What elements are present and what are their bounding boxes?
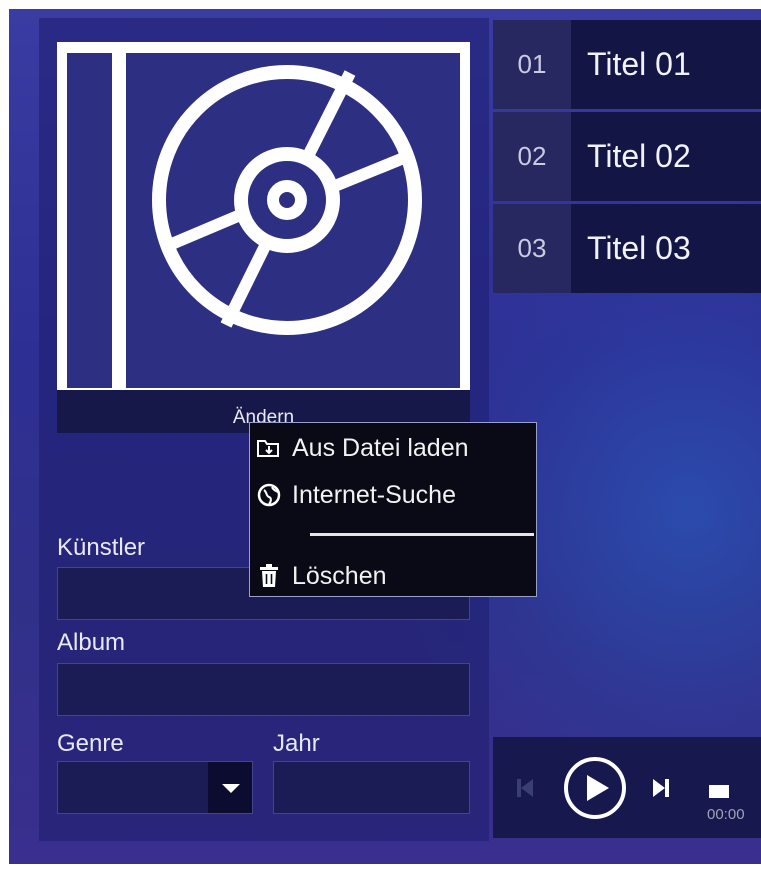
menu-item-delete[interactable]: Löschen xyxy=(256,556,387,596)
folder-open-icon xyxy=(256,435,282,461)
track-row[interactable]: 02 Titel 02 xyxy=(493,112,761,201)
menu-item-label: Aus Datei laden xyxy=(292,433,469,462)
cd-case-icon xyxy=(112,53,422,388)
play-icon[interactable] xyxy=(564,757,626,819)
track-row[interactable]: 03 Titel 03 xyxy=(493,204,761,293)
track-title: Titel 03 xyxy=(571,204,761,293)
genre-select[interactable] xyxy=(57,761,253,814)
track-number: 03 xyxy=(493,204,571,293)
context-menu: Aus Datei laden Internet-Suche Löschen xyxy=(249,422,537,597)
previous-icon[interactable] xyxy=(517,779,533,797)
album-label: Album xyxy=(57,629,126,656)
track-number: 02 xyxy=(493,112,571,201)
trash-icon xyxy=(256,563,282,589)
genre-label: Genre xyxy=(57,730,124,757)
year-field[interactable] xyxy=(273,761,470,814)
next-icon[interactable] xyxy=(653,779,669,797)
globe-icon xyxy=(256,482,282,508)
chevron-down-icon[interactable] xyxy=(208,762,252,813)
menu-item-label: Internet-Suche xyxy=(292,480,456,509)
player-bar: 00:00 xyxy=(493,737,761,838)
menu-separator xyxy=(310,533,534,536)
album-field[interactable] xyxy=(57,663,470,716)
playback-time: 00:00 xyxy=(707,806,745,823)
year-label: Jahr xyxy=(273,730,320,757)
menu-item-load-from-file[interactable]: Aus Datei laden xyxy=(256,428,469,468)
track-number: 01 xyxy=(493,20,571,109)
cover-placeholder xyxy=(67,53,460,388)
album-cover[interactable] xyxy=(57,42,470,399)
track-title: Titel 01 xyxy=(571,20,761,109)
track-list: 01 Titel 01 02 Titel 02 03 Titel 03 xyxy=(493,20,761,296)
artist-label: Künstler xyxy=(57,534,146,561)
stop-icon[interactable] xyxy=(709,785,729,798)
track-title: Titel 02 xyxy=(571,112,761,201)
menu-item-label: Löschen xyxy=(292,561,387,590)
menu-item-internet-search[interactable]: Internet-Suche xyxy=(256,475,456,515)
track-row[interactable]: 01 Titel 01 xyxy=(493,20,761,109)
app-window: Ändern Künstler Album Genre Jahr 01 Tite… xyxy=(9,9,761,864)
